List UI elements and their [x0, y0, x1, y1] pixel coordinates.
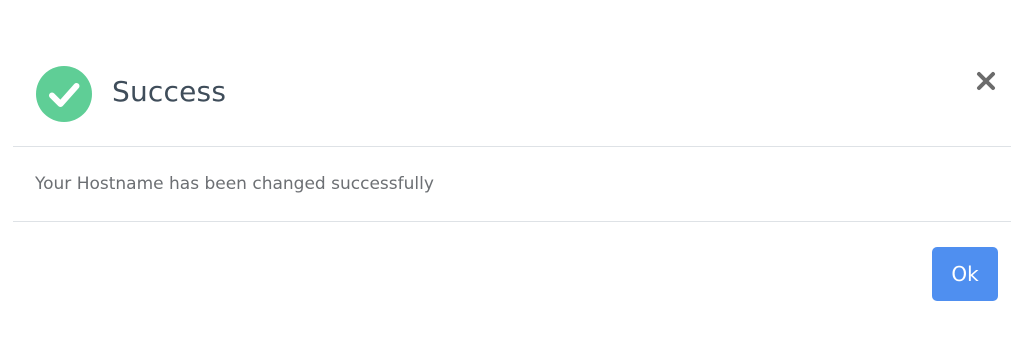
close-button[interactable]	[972, 67, 1000, 95]
success-dialog: Success Your Hostname has been changed s…	[0, 0, 1024, 361]
footer-divider	[13, 221, 1011, 222]
dialog-title: Success	[112, 75, 227, 108]
check-circle-icon	[36, 66, 92, 122]
dialog-message: Your Hostname has been changed successfu…	[35, 174, 434, 194]
dialog-header: Success	[0, 0, 1024, 147]
close-icon	[977, 72, 995, 90]
header-divider	[13, 146, 1011, 147]
ok-button[interactable]: Ok	[932, 247, 998, 301]
